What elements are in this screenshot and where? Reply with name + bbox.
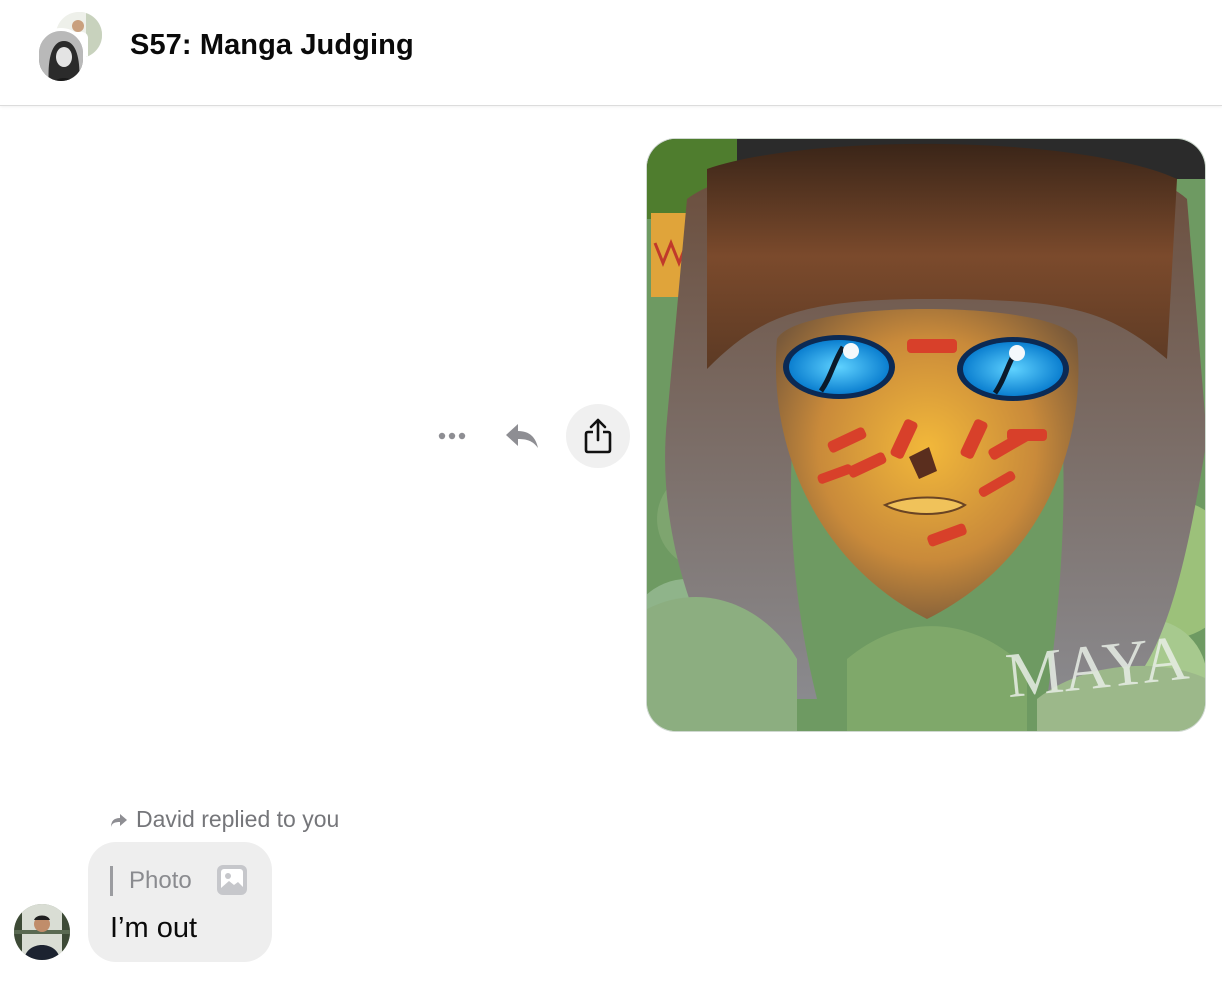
group-avatar-member-1 — [36, 28, 86, 84]
message-actions — [420, 404, 632, 468]
quoted-message[interactable]: Photo — [110, 866, 192, 896]
image-icon — [217, 865, 247, 895]
more-horizontal-icon[interactable] — [434, 424, 470, 448]
share-icon — [584, 418, 612, 454]
reply-indicator: David replied to you — [110, 806, 339, 833]
sender-avatar[interactable] — [14, 904, 70, 960]
group-avatar[interactable] — [36, 10, 104, 84]
photo-message[interactable]: MAYA — [646, 138, 1206, 732]
message-text: I’m out — [110, 912, 198, 944]
reply-icon[interactable] — [502, 420, 542, 452]
reply-message-bubble[interactable]: Photo I’m out — [88, 842, 272, 962]
reply-forward-icon — [111, 813, 127, 827]
conversation-header: S57: Manga Judging — [0, 0, 1222, 106]
quoted-message-label: Photo — [129, 867, 192, 894]
share-button[interactable] — [566, 404, 630, 468]
manga-artwork-image: MAYA — [647, 139, 1205, 731]
conversation-title: S57: Manga Judging — [130, 29, 414, 61]
reply-indicator-text: David replied to you — [136, 806, 340, 832]
